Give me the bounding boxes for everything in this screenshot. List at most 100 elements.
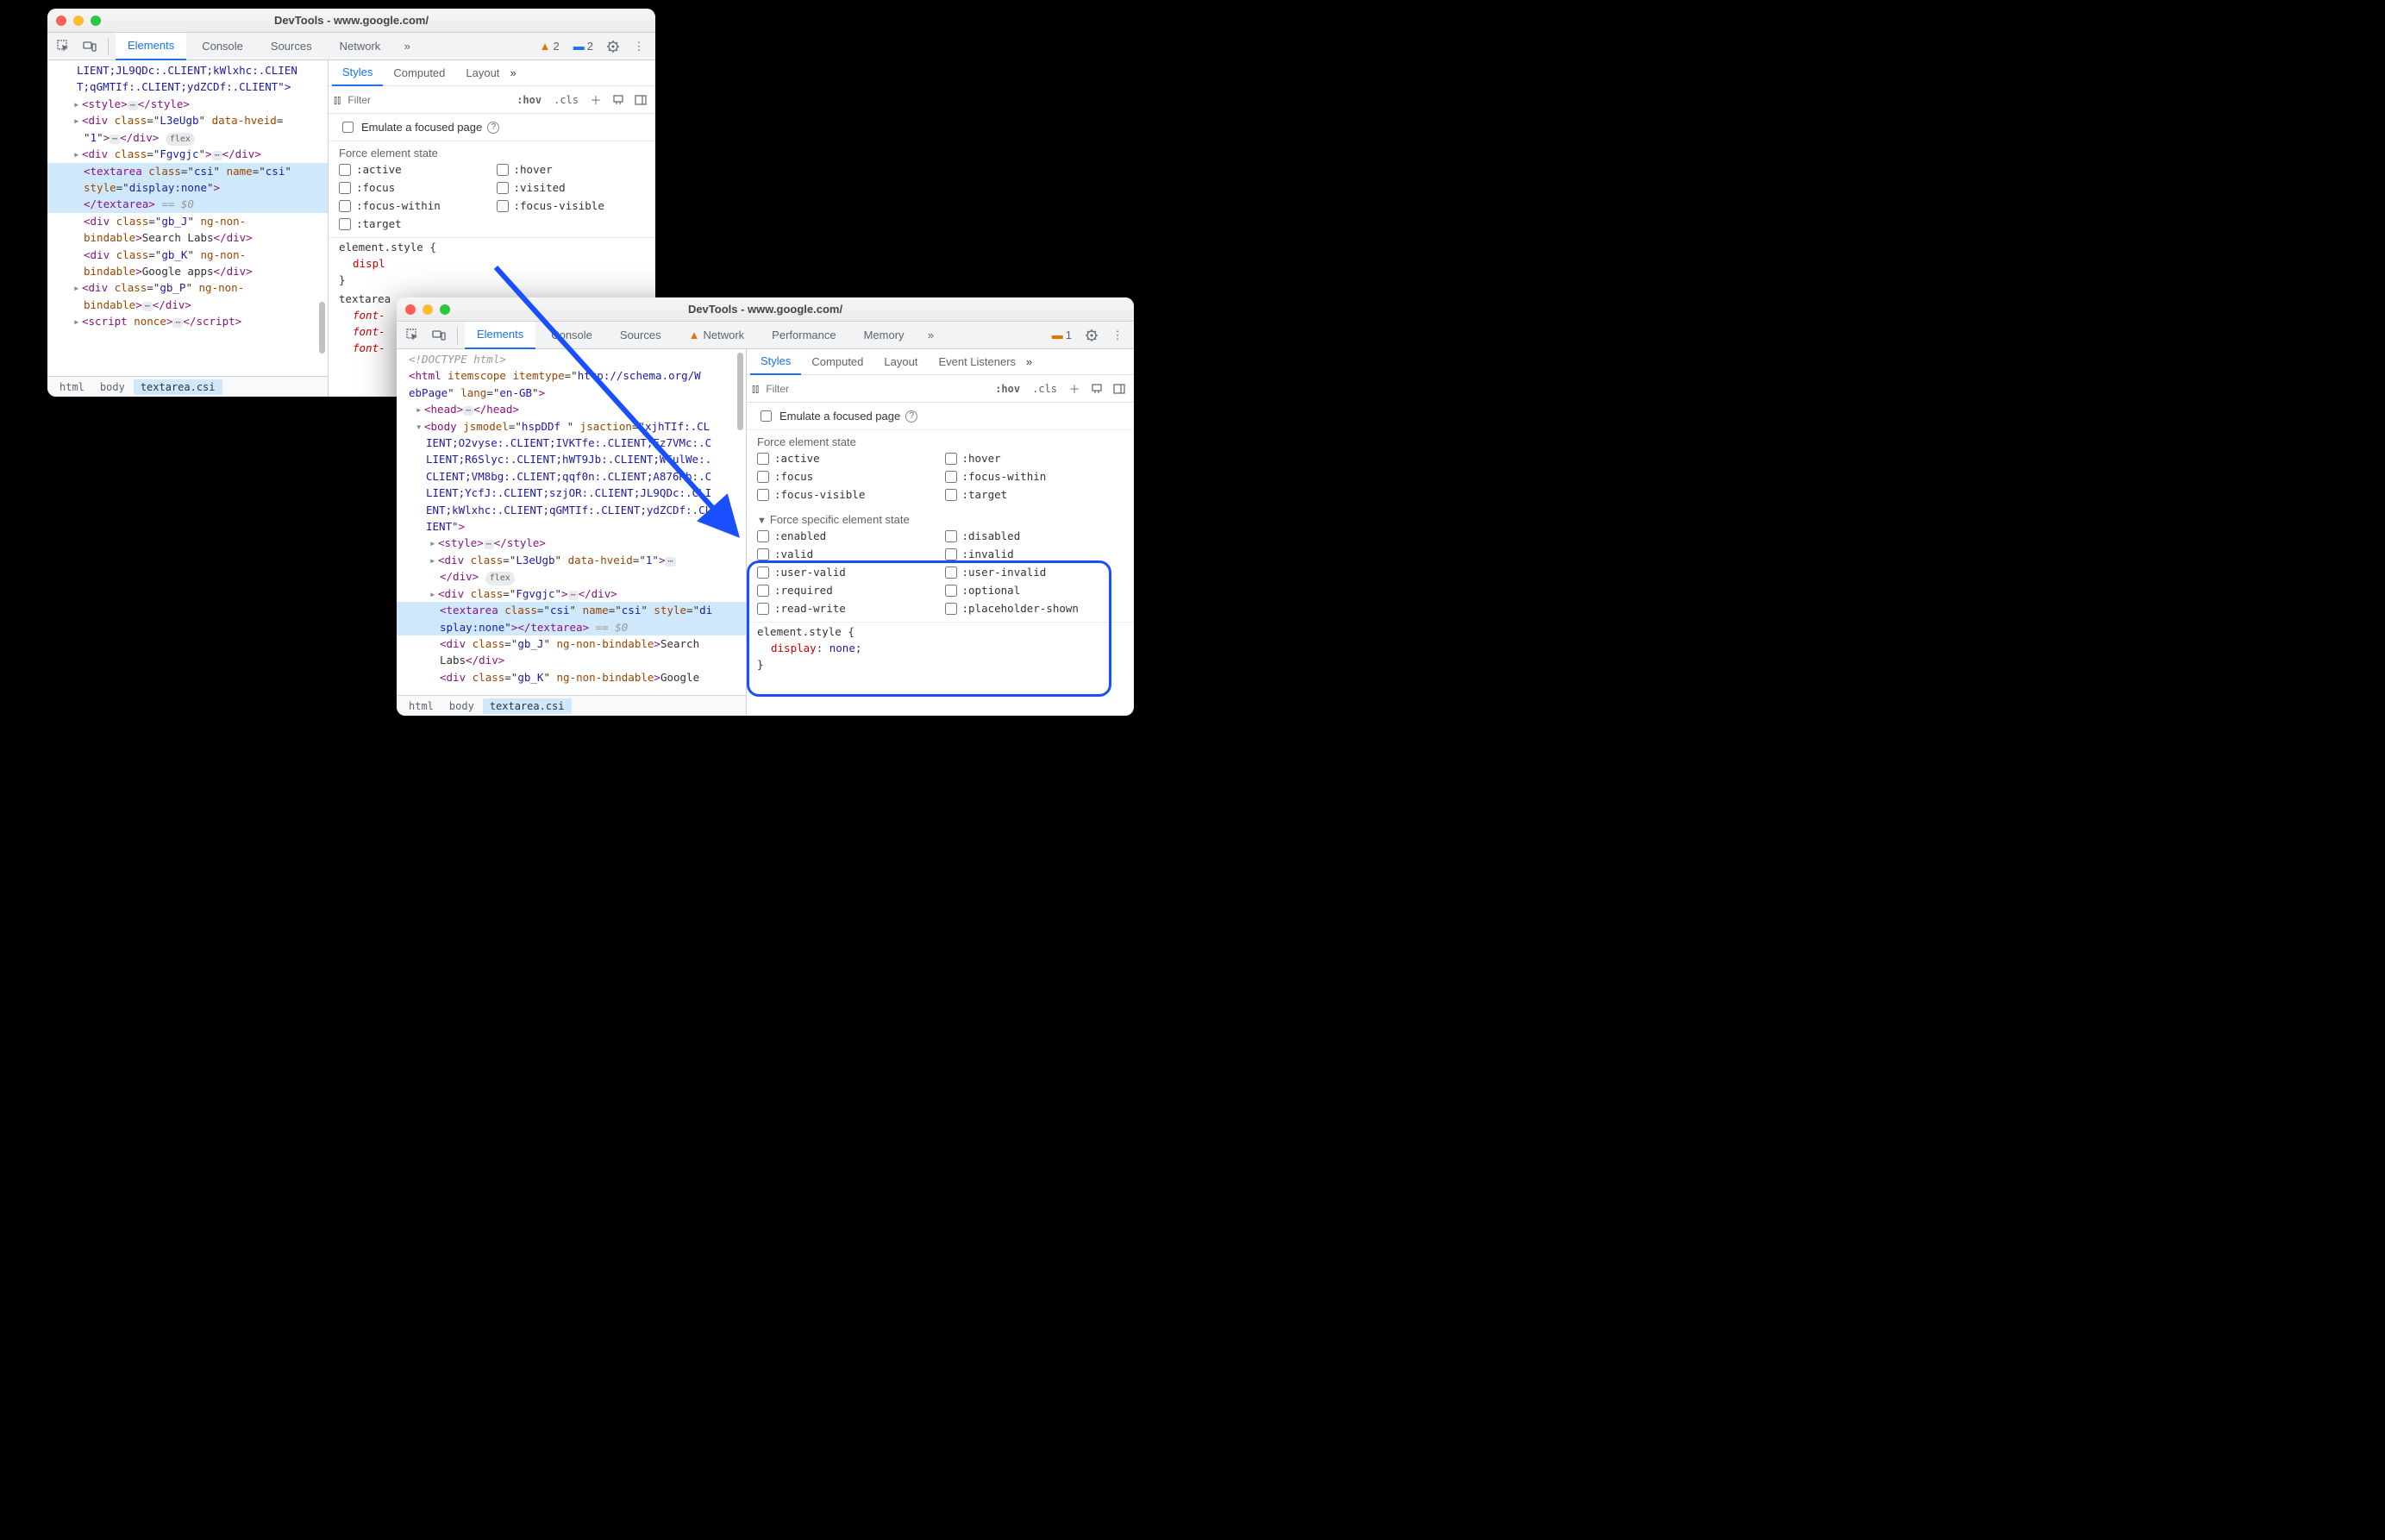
emulate-focused-label: Emulate a focused page (779, 410, 900, 423)
zoom-icon[interactable] (440, 304, 450, 315)
subtab-computed[interactable]: Computed (383, 60, 455, 86)
state-target[interactable]: :target (945, 486, 1124, 503)
inspect-icon[interactable] (53, 35, 75, 58)
panel-icon[interactable] (1110, 379, 1129, 398)
minimize-icon[interactable] (73, 16, 84, 26)
minimize-icon[interactable] (423, 304, 433, 315)
crumb-textarea[interactable]: textarea.csi (483, 698, 572, 714)
more-subtabs-icon[interactable]: » (1026, 355, 1032, 368)
dom-tree[interactable]: <!DOCTYPE html> <html itemscope itemtype… (397, 349, 746, 695)
more-tabs-icon[interactable]: » (920, 324, 942, 347)
state-focus-within[interactable]: :focus-within (945, 468, 1124, 485)
subtab-layout[interactable]: Layout (873, 349, 928, 375)
filter-icon: ⫾⫾ (752, 382, 759, 396)
issues-badge[interactable]: ▬ 1 (1047, 329, 1077, 341)
cls-toggle[interactable]: .cls (1028, 383, 1061, 395)
subtab-event-listeners[interactable]: Event Listeners (928, 349, 1026, 375)
state-valid[interactable]: :valid (757, 546, 936, 562)
tab-memory[interactable]: Memory (852, 322, 917, 349)
subtab-computed[interactable]: Computed (801, 349, 873, 375)
crumb-body[interactable]: body (442, 698, 481, 714)
selected-element[interactable]: ⋯<textarea class="csi" name="csi" style=… (397, 602, 746, 618)
state-target[interactable]: :target (339, 216, 488, 232)
state-active[interactable]: :active (757, 450, 936, 466)
state-invalid[interactable]: :invalid (945, 546, 1124, 562)
state-placeholder-shown[interactable]: :placeholder-shown (945, 600, 1124, 617)
help-icon[interactable]: ? (905, 410, 917, 423)
breadcrumbs: html body textarea.csi (47, 376, 328, 397)
scrollbar-thumb[interactable] (737, 353, 743, 430)
settings-icon[interactable] (1080, 324, 1103, 347)
cls-toggle[interactable]: .cls (549, 94, 583, 106)
state-hover[interactable]: :hover (945, 450, 1124, 466)
tab-network[interactable]: ▲Network (677, 322, 757, 349)
device-icon[interactable] (78, 35, 101, 58)
state-read-write[interactable]: :read-write (757, 600, 936, 617)
inspect-icon[interactable] (402, 324, 424, 347)
device-icon[interactable] (428, 324, 450, 347)
state-focus-visible[interactable]: :focus-visible (757, 486, 936, 503)
crumb-html[interactable]: html (53, 379, 91, 395)
hov-toggle[interactable]: :hov (512, 94, 546, 106)
tab-elements[interactable]: Elements (465, 322, 535, 349)
state-focus[interactable]: :focus (339, 179, 488, 196)
plus-icon[interactable]: ＋ (1065, 379, 1084, 398)
styles-panel: Styles Computed Layout Event Listeners »… (746, 349, 1134, 716)
settings-icon[interactable] (602, 35, 624, 58)
issues-badge[interactable]: ▬ 2 (568, 40, 598, 53)
crumb-textarea[interactable]: textarea.csi (134, 379, 222, 395)
plus-icon[interactable]: ＋ (586, 91, 605, 110)
force-specific-state-label[interactable]: ▼Force specific element state (747, 508, 1134, 528)
hov-toggle[interactable]: :hov (991, 383, 1024, 395)
state-user-valid[interactable]: :user-valid (757, 564, 936, 580)
kebab-icon[interactable]: ⋮ (628, 35, 650, 58)
state-focus[interactable]: :focus (757, 468, 936, 485)
tab-console[interactable]: Console (190, 33, 255, 60)
more-subtabs-icon[interactable]: » (510, 66, 516, 79)
scrollbar-thumb[interactable] (319, 302, 325, 354)
state-hover[interactable]: :hover (497, 161, 646, 178)
element-style-rule[interactable]: element.style { displ } (329, 238, 655, 290)
flex-badge[interactable]: flex (166, 133, 195, 147)
state-optional[interactable]: :optional (945, 582, 1124, 598)
subtab-styles[interactable]: Styles (332, 60, 383, 86)
close-icon[interactable] (56, 16, 66, 26)
filter-input[interactable] (762, 381, 987, 397)
subtab-layout[interactable]: Layout (455, 60, 510, 86)
brush-icon[interactable] (609, 91, 628, 110)
tab-sources[interactable]: Sources (608, 322, 673, 349)
state-enabled[interactable]: :enabled (757, 528, 936, 544)
emulate-focused-label: Emulate a focused page (361, 121, 482, 134)
crumb-html[interactable]: html (402, 698, 441, 714)
warnings-badge[interactable]: ▲ 2 (535, 40, 565, 53)
state-focus-within[interactable]: :focus-within (339, 197, 488, 214)
emulate-focused-checkbox[interactable] (761, 410, 772, 422)
subtab-styles[interactable]: Styles (750, 349, 801, 375)
emulate-focused-checkbox[interactable] (342, 122, 354, 133)
crumb-body[interactable]: body (93, 379, 132, 395)
state-required[interactable]: :required (757, 582, 936, 598)
more-tabs-icon[interactable]: » (396, 35, 418, 58)
state-user-invalid[interactable]: :user-invalid (945, 564, 1124, 580)
tab-performance[interactable]: Performance (760, 322, 848, 349)
state-active[interactable]: :active (339, 161, 488, 178)
tab-elements[interactable]: Elements (116, 33, 186, 60)
flex-badge[interactable]: flex (485, 572, 515, 585)
tab-console[interactable]: Console (539, 322, 604, 349)
dom-tree[interactable]: LIENT;JL9QDc:.CLIENT;kWlxhc:.CLIEN T;qGM… (47, 60, 328, 376)
element-style-rule[interactable]: element.style { display: none; } (747, 623, 1134, 674)
close-icon[interactable] (405, 304, 416, 315)
zoom-icon[interactable] (91, 16, 101, 26)
force-state-label: Force element state (747, 430, 1134, 450)
kebab-icon[interactable]: ⋮ (1106, 324, 1129, 347)
brush-icon[interactable] (1087, 379, 1106, 398)
help-icon[interactable]: ? (487, 122, 499, 134)
panel-icon[interactable] (631, 91, 650, 110)
selected-element[interactable]: ⋯<textarea class="csi" name="csi" (47, 163, 328, 179)
state-disabled[interactable]: :disabled (945, 528, 1124, 544)
state-focus-visible[interactable]: :focus-visible (497, 197, 646, 214)
filter-input[interactable] (344, 92, 509, 108)
state-visited[interactable]: :visited (497, 179, 646, 196)
tab-network[interactable]: Network (328, 33, 393, 60)
tab-sources[interactable]: Sources (259, 33, 324, 60)
